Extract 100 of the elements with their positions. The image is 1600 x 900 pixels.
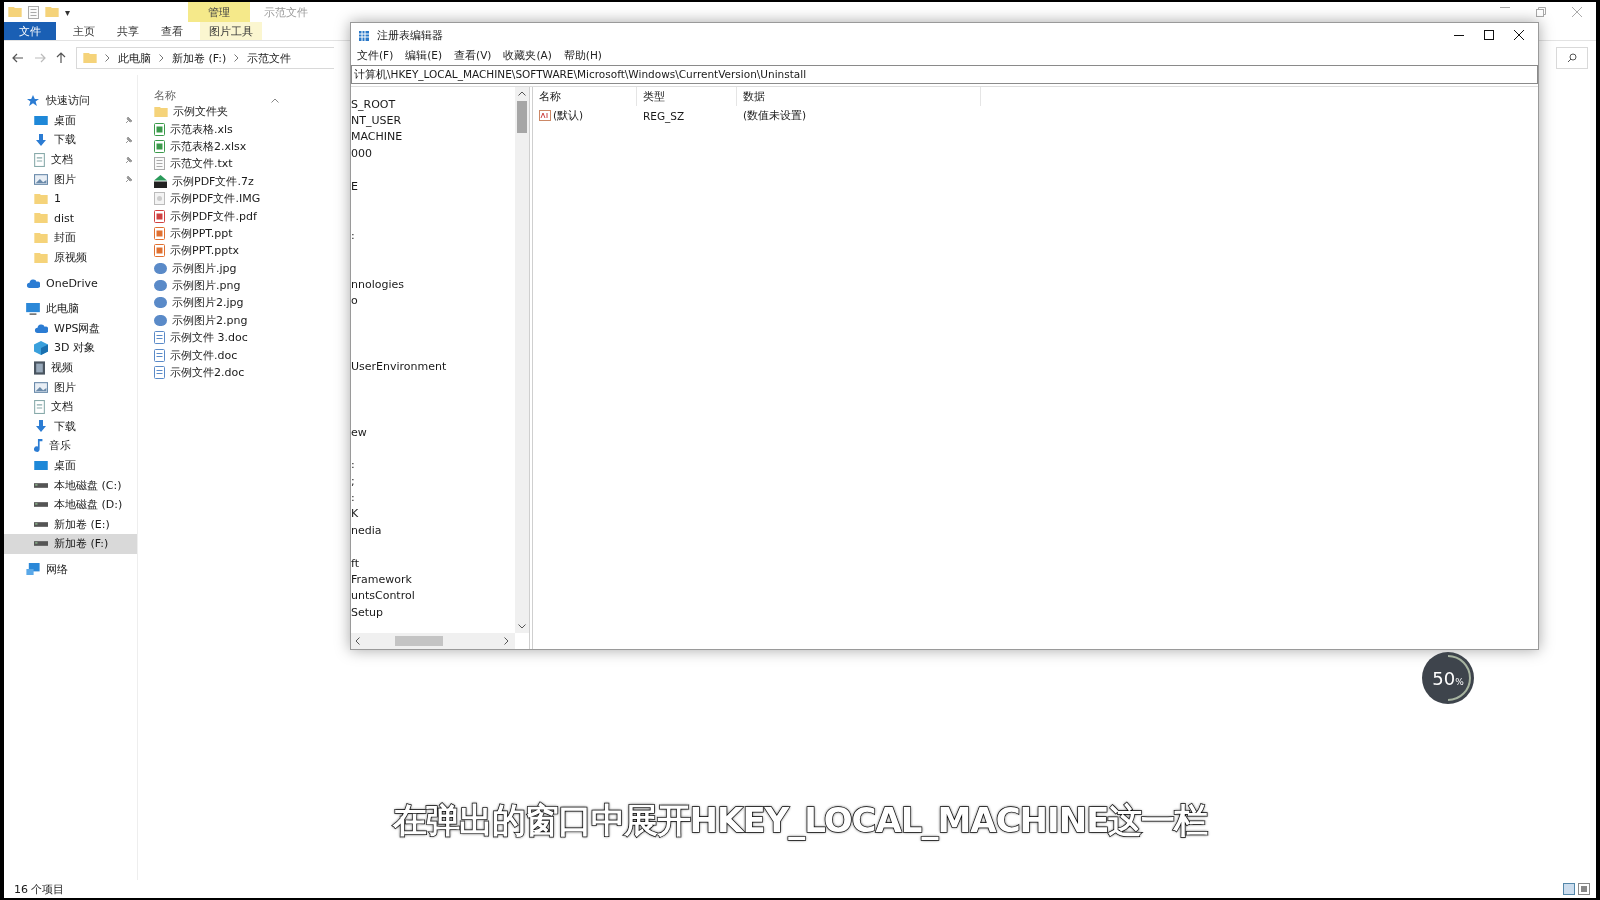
nav-item[interactable]: 下载: [4, 130, 137, 150]
search-field[interactable]: [1556, 47, 1588, 69]
column-header[interactable]: 类型: [637, 87, 737, 106]
tree-item[interactable]: MACHINE: [351, 130, 403, 144]
tree-item[interactable]: ew: [351, 425, 367, 439]
nav-item[interactable]: 封面: [4, 228, 137, 248]
column-header[interactable]: 名称: [154, 88, 176, 103]
vertical-scrollbar[interactable]: [515, 87, 529, 633]
value-name[interactable]: (默认): [553, 108, 584, 123]
restore-icon[interactable]: [1536, 7, 1546, 17]
tree-item[interactable]: untsControl: [351, 589, 415, 603]
tree-item[interactable]: Setup: [351, 605, 384, 619]
file-name[interactable]: 示例图片.jpg: [172, 260, 237, 276]
tree-item[interactable]: :: [351, 458, 355, 472]
nav-item[interactable]: 原视频: [4, 247, 137, 268]
file-name[interactable]: 示例PDF文件.7z: [172, 173, 254, 189]
file-name[interactable]: 示例PPT.ppt: [170, 225, 233, 241]
nav-item[interactable]: 桌面: [4, 455, 137, 476]
breadcrumb-item[interactable]: 示范文件: [247, 50, 292, 66]
nav-item[interactable]: 新加卷 (F:): [4, 534, 137, 554]
menu-item[interactable]: 编辑(E): [405, 49, 443, 63]
menu-item[interactable]: 收藏夹(A): [503, 49, 552, 63]
nav-item[interactable]: 本地磁盘 (D:): [4, 494, 137, 515]
tree-item[interactable]: :: [351, 491, 355, 505]
back-arrow-icon[interactable]: [12, 53, 24, 63]
tree-item[interactable]: 000: [351, 146, 372, 160]
nav-item[interactable]: WPS网盘: [4, 318, 137, 339]
tree-item[interactable]: o: [351, 294, 358, 308]
column-header[interactable]: 数据: [737, 87, 981, 106]
nav-item[interactable]: dist: [4, 208, 137, 229]
file-name[interactable]: 示例图片2.jpg: [172, 295, 244, 311]
nav-item[interactable]: 新加卷 (E:): [4, 514, 137, 535]
file-name[interactable]: 示例PPT.pptx: [170, 243, 239, 259]
menu-item[interactable]: 查看(V): [454, 49, 492, 63]
nav-item[interactable]: 快速访问: [4, 91, 137, 111]
context-tab[interactable]: 管理: [188, 2, 250, 22]
tree-item[interactable]: Framework: [351, 573, 412, 586]
ribbon-tab[interactable]: 查看: [150, 22, 194, 40]
maximize-icon[interactable]: [1484, 30, 1494, 40]
forward-arrow-icon[interactable]: [34, 53, 46, 63]
scroll-thumb[interactable]: [517, 101, 527, 133]
tiles-view-icon[interactable]: [1578, 883, 1590, 895]
tree-item[interactable]: K: [351, 507, 359, 521]
ribbon-tab[interactable]: 图片工具: [200, 22, 262, 40]
tree-item[interactable]: :: [351, 228, 355, 242]
file-name[interactable]: 示例图片.png: [172, 278, 241, 294]
nav-item[interactable]: 图片: [4, 169, 137, 189]
nav-item[interactable]: 视频: [4, 357, 137, 378]
horizontal-scrollbar[interactable]: [351, 633, 515, 649]
file-name[interactable]: 示范表格2.xlsx: [170, 138, 247, 154]
file-name[interactable]: 示例文件夹: [173, 104, 228, 120]
details-view-icon[interactable]: [1563, 883, 1575, 895]
file-name[interactable]: 示范文件.txt: [170, 156, 233, 172]
nav-item[interactable]: 桌面: [4, 110, 137, 131]
ribbon-tab[interactable]: 主页: [62, 22, 106, 40]
scroll-left-icon[interactable]: [355, 637, 360, 645]
address-bar[interactable]: 此电脑 新加卷 (F:) 示范文件: [76, 47, 334, 69]
nav-item[interactable]: 文档: [4, 149, 137, 170]
nav-item[interactable]: 图片: [4, 377, 137, 397]
nav-item[interactable]: 文档: [4, 396, 137, 417]
nav-item[interactable]: 此电脑: [4, 298, 137, 319]
file-name[interactable]: 示范表格.xls: [170, 121, 233, 137]
up-arrow-icon[interactable]: [56, 52, 66, 64]
file-name[interactable]: 示例文件 3.doc: [170, 330, 248, 346]
tree-item[interactable]: E: [351, 179, 358, 193]
file-name[interactable]: 示例PDF文件.IMG: [170, 191, 261, 207]
nav-item[interactable]: OneDrive: [4, 273, 137, 293]
nav-item[interactable]: 下载: [4, 416, 137, 437]
menu-item[interactable]: 帮助(H): [563, 49, 602, 63]
quick-access-dropdown[interactable]: ▾: [65, 6, 71, 18]
tree-item[interactable]: ;: [351, 474, 355, 488]
sort-caret-icon[interactable]: [271, 98, 279, 103]
tree-item[interactable]: NT_USER: [351, 114, 402, 128]
nav-item[interactable]: 音乐: [4, 436, 137, 456]
minimize-icon[interactable]: [1454, 34, 1464, 36]
nav-item[interactable]: 1: [4, 188, 137, 209]
tree-item[interactable]: nnologies: [351, 278, 404, 291]
scroll-up-icon[interactable]: [518, 91, 526, 96]
nav-item[interactable]: 3D 对象: [4, 338, 137, 358]
scroll-right-icon[interactable]: [504, 637, 509, 645]
file-name[interactable]: 示例文件2.doc: [170, 365, 245, 381]
tree-item[interactable]: S_ROOT: [351, 97, 396, 111]
menu-item[interactable]: 文件(F): [357, 49, 394, 63]
scroll-thumb[interactable]: [395, 636, 443, 646]
nav-item[interactable]: 本地磁盘 (C:): [4, 475, 137, 495]
ribbon-tab[interactable]: 文件: [4, 22, 56, 40]
file-name[interactable]: 示例文件.doc: [170, 347, 238, 363]
nav-item[interactable]: 网络: [4, 559, 137, 580]
address-field[interactable]: 计算机\HKEY_LOCAL_MACHINE\SOFTWARE\Microsoft\Windows\CurrentVersion\Uninstall: [351, 65, 1538, 84]
breadcrumb-item[interactable]: 此电脑: [118, 50, 151, 66]
ribbon-tab[interactable]: 共享: [106, 22, 150, 40]
scroll-down-icon[interactable]: [518, 624, 526, 629]
breadcrumb-item[interactable]: 新加卷 (F:): [172, 50, 227, 66]
file-name[interactable]: 示例图片2.png: [172, 312, 248, 328]
close-icon[interactable]: [1514, 30, 1524, 40]
file-name[interactable]: 示例PDF文件.pdf: [170, 208, 257, 224]
tree-item[interactable]: ft: [351, 556, 359, 570]
tree-item[interactable]: nedia: [351, 523, 382, 537]
column-header[interactable]: 名称: [533, 87, 637, 106]
tree-item[interactable]: UserEnvironment: [351, 359, 447, 373]
